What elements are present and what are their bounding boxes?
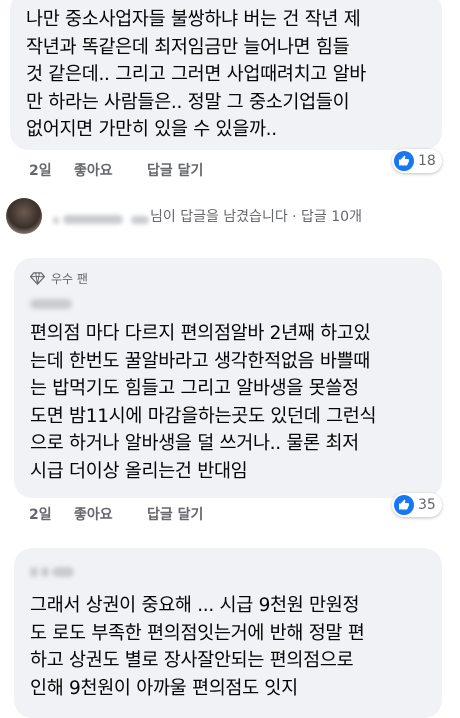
- comment-line: 나만 중소사업자들 불쌍하냐 버는 건 작년 제: [26, 9, 361, 30]
- comment-line: 작년과 똑같은데 최저임금만 늘어나면 힘들: [26, 36, 350, 58]
- comment-line: 인해 9천원이 아까울 편의점도 잇지: [30, 677, 298, 699]
- comment-bubble-3: 그래서 상권이 중요해 ... 시급 9천원 만원정 도 로도 부족한 편의점잇…: [14, 548, 442, 718]
- comment-line: 시급 더이상 올리는건 반대임: [30, 460, 248, 482]
- avatar: [6, 198, 42, 234]
- top-fan-badge: 우수 팬: [30, 268, 426, 288]
- reply-button[interactable]: 답글 달기: [147, 160, 203, 180]
- reply-summary-text: 님이 답글을 남겼습니다 · 답글 10개: [150, 209, 362, 225]
- reply-button[interactable]: 답글 달기: [147, 504, 203, 524]
- comment-line: 도 로도 부족한 편의점잇는거에 반해 정말 편: [30, 622, 365, 644]
- blurred-author-name: [30, 560, 426, 582]
- comment-line: 하고 상권도 별로 장사잘안되는 편의점으로: [30, 650, 354, 671]
- comment-actions-1: 2일 좋아요 답글 달기: [0, 160, 460, 180]
- comment-text-2: 편의점 마다 다르지 편의점알바 2년째 하고있 는데 한번도 꿀알바라고 생각…: [30, 320, 426, 485]
- timestamp[interactable]: 2일: [29, 504, 52, 524]
- timestamp[interactable]: 2일: [29, 160, 52, 180]
- comment-line: 없어지면 가만히 있을 수 있을까..: [26, 119, 277, 140]
- badge-label: 우수 팬: [51, 271, 88, 286]
- comment-line: 편의점 마다 다르지 편의점알바 2년째 하고있: [30, 323, 371, 344]
- comment-line: 는데 한번도 꿀알바라고 생각한적없음 바쁠때: [30, 350, 371, 372]
- comment-actions-2: 2일 좋아요 답글 달기: [0, 504, 460, 524]
- comment-bubble-2: 우수 팬 편의점 마다 다르지 편의점알바 2년째 하고있 는데 한번도 꿀알바…: [14, 258, 442, 498]
- comment-line: 것 같은데.. 그리고 그러면 사업때려치고 알바: [26, 64, 367, 85]
- comment-text-3: 그래서 상권이 중요해 ... 시급 9천원 만원정 도 로도 부족한 편의점잇…: [30, 592, 426, 702]
- comment-line: 도면 밤11시에 마감을하는곳도 있던데 그런식: [30, 405, 377, 427]
- comment-line: 만 하라는 사람들은.. 정말 그 중소기업들이: [26, 91, 350, 113]
- comment-line: 는 밥먹기도 힘들고 그리고 알바생을 못쓸정: [30, 378, 359, 399]
- blurred-author-name: [30, 288, 426, 314]
- diamond-icon: [30, 271, 45, 285]
- reply-summary[interactable]: 님이 답글을 남겼습니다 · 답글 10개: [6, 196, 456, 236]
- comment-line: 으로 하거나 알바생을 덜 쓰거나.. 물론 최저: [30, 433, 359, 454]
- blurred-username: [53, 209, 149, 228]
- like-button[interactable]: 좋아요: [74, 504, 113, 524]
- comment-bubble-1: 나만 중소사업자들 불쌍하냐 버는 건 작년 제 작년과 똑같은데 최저임금만 …: [10, 0, 442, 150]
- like-button[interactable]: 좋아요: [74, 160, 113, 180]
- comment-line: 그래서 상권이 중요해 ... 시급 9천원 만원정: [30, 595, 360, 616]
- comment-text-1: 나만 중소사업자들 불쌍하냐 버는 건 작년 제 작년과 똑같은데 최저임금만 …: [26, 6, 426, 144]
